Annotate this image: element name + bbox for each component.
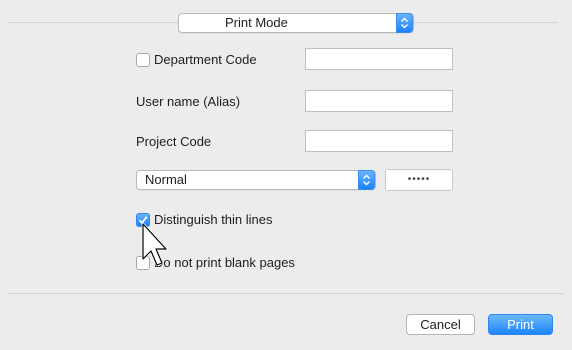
project-code-label: Project Code bbox=[136, 134, 212, 149]
mode-popup[interactable]: Normal bbox=[136, 170, 376, 190]
section-divider-left bbox=[8, 22, 178, 23]
user-name-field[interactable] bbox=[305, 90, 453, 112]
department-code-field[interactable] bbox=[305, 48, 453, 70]
print-mode-popup-label: Print Mode bbox=[225, 15, 288, 30]
project-code-field[interactable] bbox=[305, 130, 453, 152]
popup-arrows-icon bbox=[358, 170, 375, 190]
no-blank-pages-label: Do not print blank pages bbox=[154, 255, 295, 270]
distinguish-thin-lines-label: Distinguish thin lines bbox=[154, 212, 273, 227]
footer-divider bbox=[8, 293, 564, 294]
mouse-pointer-icon bbox=[141, 222, 167, 267]
print-mode-popup[interactable]: Print Mode bbox=[178, 13, 414, 33]
department-code-checkbox[interactable] bbox=[136, 53, 150, 67]
department-code-label: Department Code bbox=[154, 52, 257, 67]
user-name-label: User name (Alias) bbox=[136, 94, 241, 109]
cancel-button[interactable]: Cancel bbox=[406, 314, 475, 335]
print-button[interactable]: Print bbox=[488, 314, 553, 335]
password-button[interactable]: ••••• bbox=[385, 169, 453, 191]
section-divider-right bbox=[414, 22, 558, 23]
popup-arrows-icon bbox=[396, 13, 413, 33]
mode-popup-label: Normal bbox=[145, 172, 187, 187]
